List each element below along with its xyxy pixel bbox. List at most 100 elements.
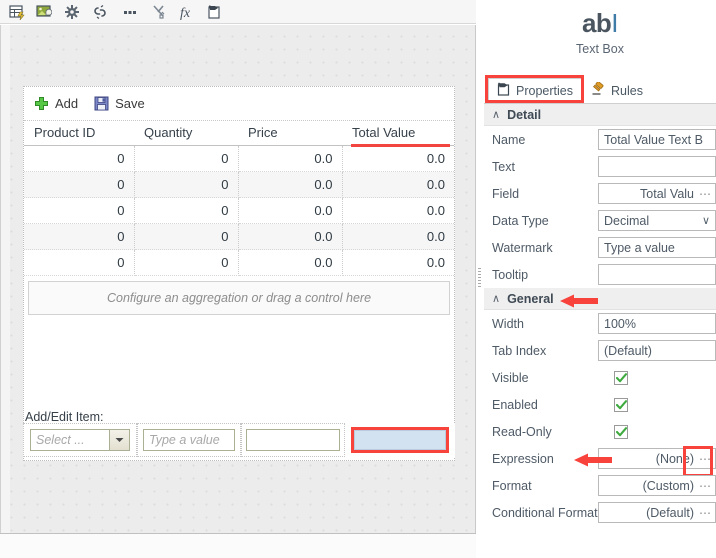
chevron-down-icon xyxy=(109,430,129,450)
function-fx-icon[interactable]: fx xyxy=(177,2,199,22)
property-label: Field xyxy=(492,186,520,201)
add-button[interactable]: Add xyxy=(34,96,78,111)
property-control xyxy=(598,264,716,285)
cut-swap-icon[interactable] xyxy=(149,2,171,22)
insert-table-icon[interactable] xyxy=(6,2,28,22)
aggregation-dropzone[interactable]: Configure an aggregation or drag a contr… xyxy=(28,281,450,315)
table-row[interactable]: 0 0 0.0 0.0 xyxy=(24,223,454,250)
section-title: General xyxy=(507,291,554,306)
table-cell[interactable]: 0 xyxy=(134,223,239,250)
field-value: Total Valu xyxy=(640,186,694,201)
paste-clipboard-icon[interactable] xyxy=(203,2,225,22)
table-cell[interactable]: 0.0 xyxy=(238,197,343,224)
pane-splitter[interactable] xyxy=(476,0,484,558)
input-tooltip[interactable] xyxy=(598,264,716,285)
checkbox-visible[interactable] xyxy=(614,370,628,385)
ellipsis-button[interactable]: ⋯ xyxy=(699,453,712,465)
add-edit-cell-product: Select ... xyxy=(23,423,137,457)
property-control: Total Value Text B xyxy=(598,129,716,150)
property-label: Width xyxy=(492,316,524,331)
section-header-general[interactable]: ∧ General xyxy=(484,288,716,310)
gavel-icon xyxy=(591,81,606,99)
input-text[interactable] xyxy=(598,156,716,177)
field-format[interactable]: (Custom) ⋯ xyxy=(598,475,716,496)
input-tab-index[interactable]: (Default) xyxy=(598,340,716,361)
column-header-total-value[interactable]: Total Value xyxy=(342,121,454,147)
table-cell[interactable]: 0.0 xyxy=(238,249,343,276)
property-control xyxy=(614,397,716,412)
product-select-placeholder: Select ... xyxy=(36,433,85,447)
tab-properties[interactable]: Properties xyxy=(485,75,584,103)
product-select[interactable]: Select ... xyxy=(30,429,130,451)
quantity-input-placeholder: Type a value xyxy=(149,433,220,447)
svg-text:fx: fx xyxy=(180,6,191,20)
property-control: (None) ⋯ xyxy=(598,446,716,477)
total-value-input[interactable] xyxy=(354,430,446,450)
table-cell[interactable]: 0 xyxy=(24,223,135,250)
select-data-type[interactable]: Decimal ∨ xyxy=(598,210,716,231)
property-row-data-type: Data Type Decimal ∨ xyxy=(484,207,716,234)
ellipsis-button[interactable]: ⋯ xyxy=(699,480,712,492)
table-cell[interactable]: 0 xyxy=(134,249,239,276)
table-cell[interactable]: 0.0 xyxy=(238,223,343,250)
settings-gear-icon[interactable] xyxy=(61,2,83,22)
properties-pane: abI Text Box Properties Rules ∧ Detail N… xyxy=(484,0,716,558)
tab-rules[interactable]: Rules xyxy=(583,78,653,103)
table-cell[interactable]: 0 xyxy=(24,197,135,224)
table-cell[interactable]: 0 xyxy=(134,171,239,198)
selected-control-header: abI Text Box xyxy=(484,0,716,78)
table-cell[interactable]: 0 xyxy=(24,249,135,276)
save-button[interactable]: Save xyxy=(94,96,145,111)
property-control: (Custom) ⋯ xyxy=(598,475,716,496)
grid-toolbar: Add Save xyxy=(24,87,454,121)
table-cell[interactable]: 0.0 xyxy=(342,197,454,224)
table-cell[interactable]: 0.0 xyxy=(342,171,454,198)
form-design-canvas[interactable]: Add Save Product ID Quantity Price Total… xyxy=(0,25,476,533)
field-field[interactable]: Total Valu ⋯ xyxy=(598,183,716,204)
property-label: Format xyxy=(492,478,532,493)
table-row[interactable]: 0 0 0.0 0.0 xyxy=(24,171,454,198)
property-row-read-only: Read-Only xyxy=(484,418,716,445)
quantity-input[interactable]: Type a value xyxy=(143,429,235,451)
table-cell[interactable]: 0.0 xyxy=(342,249,454,276)
annotation-arrow-general xyxy=(546,293,598,309)
input-width[interactable]: 100% xyxy=(598,313,716,334)
ellipsis-button[interactable]: ⋯ xyxy=(699,188,712,200)
ellipsis-button[interactable]: ⋯ xyxy=(699,507,712,519)
column-header-quantity[interactable]: Quantity xyxy=(134,121,238,146)
broken-link-icon[interactable] xyxy=(89,2,111,22)
input-value: 100% xyxy=(604,316,636,331)
collapse-caret-icon[interactable]: ∧ xyxy=(492,292,500,305)
table-cell[interactable]: 0.0 xyxy=(342,223,454,250)
input-value: Type a value xyxy=(604,240,675,255)
table-cell[interactable]: 0 xyxy=(134,197,239,224)
section-header-detail[interactable]: ∧ Detail xyxy=(484,104,716,126)
property-control: (Default) xyxy=(598,340,716,361)
more-options-icon[interactable] xyxy=(119,2,141,22)
input-name[interactable]: Total Value Text B xyxy=(598,129,716,150)
insert-image-icon[interactable] xyxy=(33,2,55,22)
column-header-product-id[interactable]: Product ID xyxy=(24,121,134,146)
property-control: (Default) ⋯ xyxy=(598,502,716,523)
input-watermark[interactable]: Type a value xyxy=(598,237,716,258)
field-expression[interactable]: (None) ⋯ xyxy=(598,448,716,469)
table-cell[interactable]: 0 xyxy=(24,171,135,198)
column-header-price[interactable]: Price xyxy=(238,121,342,146)
table-cell[interactable]: 0 xyxy=(134,145,239,172)
table-cell[interactable]: 0 xyxy=(24,145,135,172)
checkbox-enabled[interactable] xyxy=(614,397,628,412)
section-title: Detail xyxy=(507,107,542,122)
table-cell[interactable]: 0.0 xyxy=(238,145,343,172)
table-row[interactable]: 0 0 0.0 0.0 xyxy=(24,197,454,224)
grid-widget[interactable]: Add Save Product ID Quantity Price Total… xyxy=(23,86,455,461)
table-cell[interactable]: 0.0 xyxy=(342,145,454,172)
field-conditional-format[interactable]: (Default) ⋯ xyxy=(598,502,716,523)
table-row[interactable]: 0 0 0.0 0.0 xyxy=(24,145,454,172)
price-input[interactable] xyxy=(246,429,340,451)
checkbox-read-only[interactable] xyxy=(614,424,628,439)
property-row-text: Text xyxy=(484,153,716,180)
collapse-caret-icon[interactable]: ∧ xyxy=(492,108,500,121)
table-row[interactable]: 0 0 0.0 0.0 xyxy=(24,249,454,276)
chevron-down-icon: ∨ xyxy=(701,215,710,227)
table-cell[interactable]: 0.0 xyxy=(238,171,343,198)
